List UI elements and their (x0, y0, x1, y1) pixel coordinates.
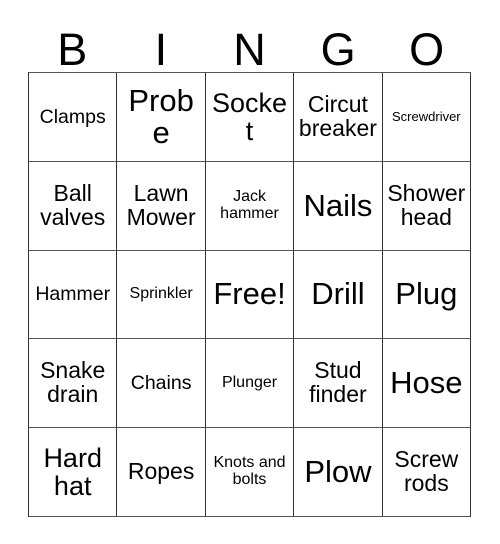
bingo-cell-label: Jack hammer (220, 188, 279, 222)
bingo-row: Hammer Sprinkler Free! Drill Plug (29, 250, 472, 340)
bingo-cell[interactable]: Lawn Mower (117, 161, 206, 251)
bingo-cell[interactable]: Ball valves (29, 161, 118, 251)
bingo-cell-label: Plunger (221, 373, 278, 391)
bingo-cell-label: Lawn Mower (126, 179, 196, 230)
header-letter-g: G (320, 24, 356, 75)
bingo-cell[interactable]: Chains (117, 339, 206, 429)
bingo-row: Clamps Probe Socket Circut breaker Screw… (29, 73, 472, 162)
bingo-cell[interactable]: Socket (205, 73, 295, 162)
bingo-cell-label: Screw rods (394, 446, 459, 497)
bingo-free-label: Free! (213, 276, 286, 312)
bingo-cell-label: Hard hat (43, 443, 102, 502)
bingo-cell[interactable]: Sprinkler (117, 250, 206, 340)
bingo-cell-label: Snake drain (40, 357, 106, 408)
bingo-cell-label: Shower head (387, 179, 466, 230)
bingo-cell[interactable]: Clamps (29, 73, 118, 162)
bingo-cell-label: Nails (303, 187, 373, 223)
bingo-cell-label: Ball valves (40, 179, 106, 230)
header-letter-b: B (57, 24, 88, 75)
bingo-cell[interactable]: Nails (294, 161, 383, 251)
bingo-cell[interactable]: Drill (294, 250, 383, 340)
bingo-cell[interactable]: Shower head (382, 161, 472, 251)
bingo-cell-label: Knots and bolts (213, 454, 286, 489)
bingo-cell-label: Plow (304, 453, 372, 489)
bingo-cell[interactable]: Jack hammer (205, 161, 295, 251)
bingo-cell-label: Probe (128, 82, 194, 150)
bingo-cell-label: Plug (395, 276, 458, 312)
bingo-cell-label: Sprinkler (129, 285, 193, 303)
bingo-cell-label: Socket (211, 87, 288, 146)
bingo-cell[interactable]: Plug (382, 250, 472, 340)
bingo-cell[interactable]: Knots and bolts (205, 428, 295, 517)
bingo-header: B I N G O (28, 14, 471, 72)
bingo-cell[interactable]: Screwdriver (382, 73, 472, 162)
bingo-row: Snake drain Chains Plunger Stud finder H… (29, 339, 472, 429)
bingo-cell[interactable]: Circut breaker (294, 73, 383, 162)
bingo-cell-label: Circut breaker (298, 90, 377, 141)
bingo-cell-free[interactable]: Free! (205, 250, 295, 340)
bingo-cell[interactable]: Plow (294, 428, 383, 517)
bingo-row: Hard hat Ropes Knots and bolts Plow Scre… (29, 428, 472, 517)
header-letter-n: N (233, 24, 266, 75)
bingo-cell-label: Clamps (39, 105, 106, 128)
bingo-row: Ball valves Lawn Mower Jack hammer Nails… (29, 161, 472, 251)
bingo-cell[interactable]: Snake drain (29, 339, 118, 429)
bingo-cell[interactable]: Screw rods (382, 428, 472, 517)
bingo-cell[interactable]: Hammer (29, 250, 118, 340)
bingo-cell-label: Chains (130, 372, 192, 395)
header-letter-o: O (409, 24, 445, 75)
bingo-cell-label: Screwdriver (392, 109, 461, 125)
bingo-cell-label: Stud finder (309, 357, 367, 408)
bingo-cell[interactable]: Stud finder (294, 339, 383, 429)
bingo-grid: Clamps Probe Socket Circut breaker Screw… (28, 72, 472, 517)
bingo-cell-label: Drill (311, 276, 365, 312)
bingo-cell-label: Hammer (35, 283, 111, 306)
bingo-cell[interactable]: Hard hat (29, 428, 118, 517)
bingo-card: B I N G O Clamps Probe Socket Circut bre… (0, 0, 500, 544)
bingo-cell[interactable]: Ropes (117, 428, 206, 517)
bingo-cell[interactable]: Hose (382, 339, 472, 429)
bingo-cell-label: Hose (390, 365, 463, 401)
header-letter-i: I (154, 24, 168, 75)
bingo-cell-label: Ropes (127, 458, 195, 485)
bingo-cell[interactable]: Plunger (205, 339, 295, 429)
bingo-cell[interactable]: Probe (117, 73, 206, 162)
